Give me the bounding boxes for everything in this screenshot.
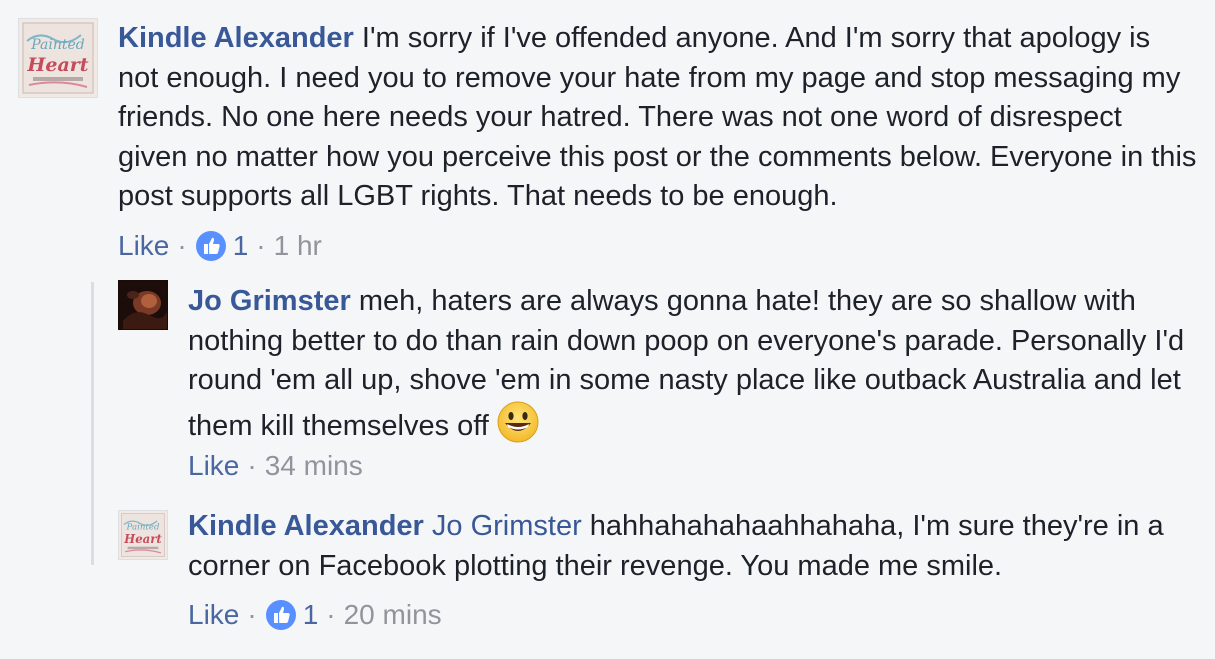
separator: · bbox=[177, 230, 187, 261]
book-cover-avatar-icon: Painted Heart bbox=[119, 511, 167, 559]
svg-text:Painted: Painted bbox=[30, 37, 85, 53]
reply-actions: Like · 34 mins bbox=[188, 446, 363, 486]
avatar[interactable]: Painted Heart bbox=[118, 510, 168, 560]
separator: · bbox=[326, 599, 336, 630]
like-reaction-icon bbox=[195, 231, 226, 261]
reply-kindle-alexander: Painted Heart Kindle Alexander Jo Grimst… bbox=[0, 505, 1215, 655]
like-button[interactable]: Like bbox=[188, 446, 239, 486]
svg-text:Heart: Heart bbox=[26, 54, 88, 76]
reply-author-link[interactable]: Jo Grimster bbox=[188, 285, 351, 317]
reply-timestamp[interactable]: 20 mins bbox=[344, 595, 442, 635]
separator: · bbox=[247, 450, 257, 481]
svg-text:Heart: Heart bbox=[123, 532, 162, 546]
comment-timestamp[interactable]: 1 hr bbox=[274, 226, 322, 266]
reply-actions: Like · 1 · 20 mins bbox=[188, 595, 442, 635]
reply-timestamp[interactable]: 34 mins bbox=[265, 446, 363, 486]
separator: · bbox=[256, 230, 266, 261]
photo-avatar-icon bbox=[119, 281, 167, 329]
reply-body: Jo Grimster meh, haters are always gonna… bbox=[188, 282, 1188, 454]
like-button[interactable]: Like bbox=[188, 595, 239, 635]
reaction-count-badge[interactable]: 1 bbox=[265, 595, 319, 635]
comment-actions: Like · 1 · 1 hr bbox=[118, 226, 322, 266]
comment-body: Kindle Alexander I'm sorry if I've offen… bbox=[118, 19, 1198, 217]
reaction-count: 1 bbox=[302, 599, 319, 630]
book-cover-avatar-icon: Painted Heart bbox=[19, 19, 97, 97]
reaction-count-badge[interactable]: 1 bbox=[195, 226, 249, 266]
comment-author-link[interactable]: Kindle Alexander bbox=[118, 22, 354, 54]
svg-text:Painted: Painted bbox=[126, 522, 160, 532]
like-reaction-icon bbox=[265, 600, 296, 630]
avatar[interactable] bbox=[118, 280, 168, 330]
separator: · bbox=[247, 599, 257, 630]
avatar[interactable]: Painted Heart bbox=[18, 18, 98, 98]
like-button[interactable]: Like bbox=[118, 226, 169, 266]
comment-kindle-alexander: Painted Heart Kindle Alexander I'm sorry… bbox=[0, 0, 1215, 280]
mention-link[interactable]: Jo Grimster bbox=[432, 510, 582, 542]
reply-jo-grimster: Jo Grimster meh, haters are always gonna… bbox=[0, 280, 1215, 500]
reply-body: Kindle Alexander Jo Grimster hahhahahaha… bbox=[188, 507, 1188, 586]
reaction-count: 1 bbox=[232, 230, 249, 261]
grinning-face-emoji-icon bbox=[497, 401, 539, 455]
reply-author-link[interactable]: Kindle Alexander bbox=[188, 510, 424, 542]
